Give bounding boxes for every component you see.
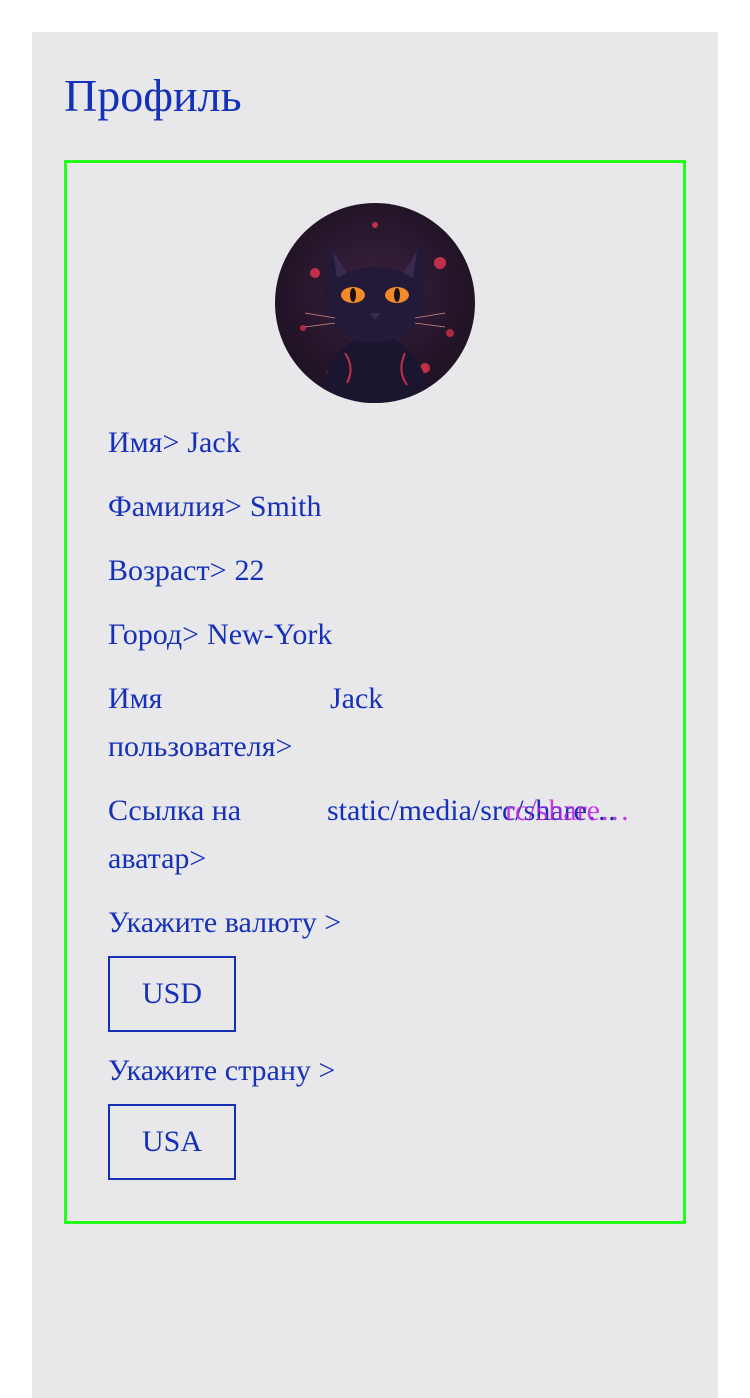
currency-label: Укажите валюту > xyxy=(108,906,342,939)
last-name-row: Фамилия> Smith xyxy=(108,483,322,531)
first-name-label: Имя> xyxy=(108,426,180,459)
city-label: Город> xyxy=(108,618,200,651)
age-label: Возраст> xyxy=(108,554,227,587)
city-value: New-York xyxy=(207,618,333,651)
country-label: Укажите страну > xyxy=(108,1054,336,1087)
age-value: 22 xyxy=(234,554,265,587)
last-name-label: Фамилия> xyxy=(108,490,242,523)
city-row: Город> New-York xyxy=(108,611,332,659)
avatar-link-label: Ссылка на аватар> xyxy=(108,794,242,875)
currency-select[interactable]: USD xyxy=(108,956,236,1032)
page-title: Профиль xyxy=(64,70,242,121)
country-select[interactable]: USA xyxy=(108,1104,236,1180)
first-name-row: Имя> Jack xyxy=(108,419,241,467)
cat-avatar-icon xyxy=(275,203,475,403)
last-name-value: Smith xyxy=(249,490,322,523)
profile-panel: Профиль Имя> Jack Фамилия> Smith Возраст… xyxy=(32,32,718,1398)
username-value: Jack xyxy=(330,682,384,715)
age-row: Возраст> 22 xyxy=(108,547,265,595)
first-name-value: Jack xyxy=(187,426,241,459)
username-label: Имя пользователя> xyxy=(108,682,293,763)
avatar-link-overlap: rc/share… xyxy=(505,794,630,827)
profile-card: Имя> Jack Фамилия> Smith Возраст> 22 Город>… xyxy=(64,160,686,1224)
